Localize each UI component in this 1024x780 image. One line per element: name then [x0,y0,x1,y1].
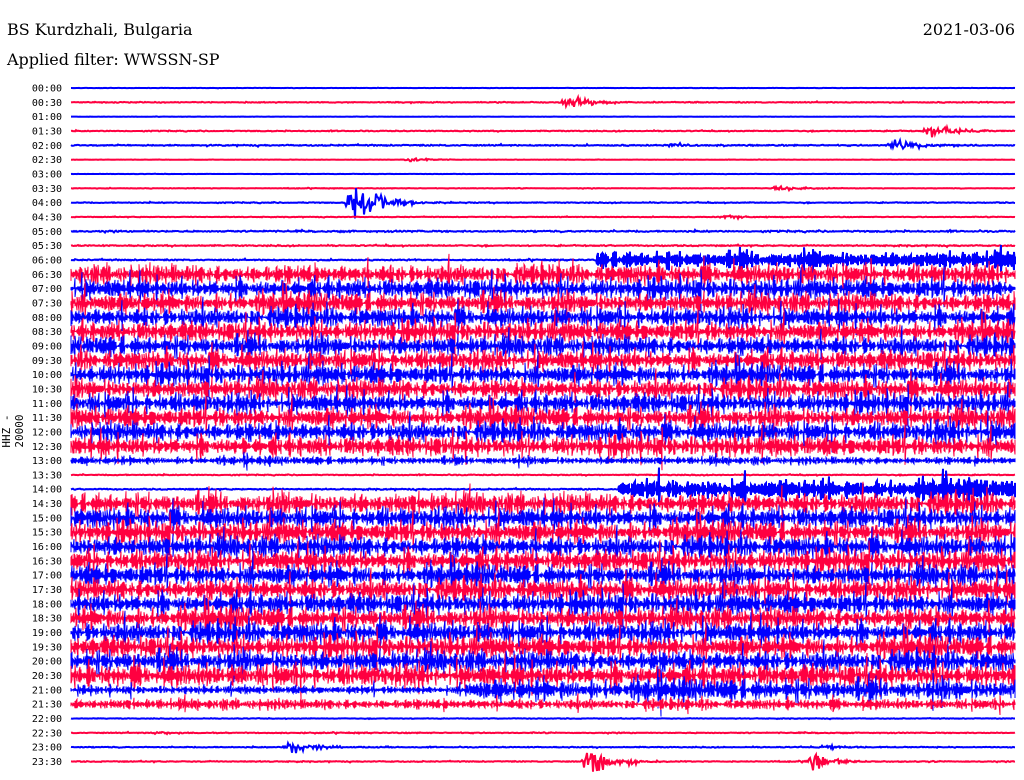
time-label: 14:00 [32,485,62,496]
time-label: 04:30 [32,212,62,223]
time-label: 15:00 [32,513,62,524]
time-label: 14:30 [32,499,62,510]
time-label: 13:00 [32,456,62,467]
time-label: 10:00 [32,370,62,381]
trace-0300 [70,172,1016,176]
time-label: 02:30 [32,155,62,166]
time-label: 18:00 [32,599,62,610]
time-label: 12:30 [32,442,62,453]
time-label: 20:30 [32,671,62,682]
time-label: 15:30 [32,528,62,539]
trace-0200 [70,137,1016,151]
time-label: 00:30 [32,98,62,109]
time-label: 21:30 [32,700,62,711]
trace-2230 [70,730,1016,736]
time-label: 09:30 [32,356,62,367]
trace-0530 [70,243,1016,249]
time-label: 12:00 [32,427,62,438]
time-label: 03:00 [32,169,62,180]
trace-0430 [70,214,1016,221]
time-label: 13:30 [32,470,62,481]
time-label: 11:30 [32,413,62,424]
time-label: 01:30 [32,126,62,137]
time-label: 07:30 [32,298,62,309]
time-label: 18:30 [32,614,62,625]
time-label: 11:00 [32,399,62,410]
trace-1330 [70,472,1016,478]
time-label: 23:00 [32,743,62,754]
time-label: 08:30 [32,327,62,338]
time-label: 06:00 [32,255,62,266]
time-label: 02:00 [32,141,62,152]
time-label: 16:00 [32,542,62,553]
time-label: 05:30 [32,241,62,252]
time-label: 00:00 [32,84,62,95]
trace-0500 [70,227,1016,235]
time-label: 22:30 [32,728,62,739]
time-label: 01:00 [32,112,62,123]
time-label: 23:30 [32,757,62,768]
trace-2200 [70,716,1015,721]
time-label: 20:00 [32,657,62,668]
time-label: 06:30 [32,270,62,281]
helicorder-plot: 00:00 00:30 01:00 01:30 02:00 02:30 03:00 03:30… [32,84,1016,772]
time-label: 07:00 [32,284,62,295]
time-label: 17:30 [32,585,62,596]
time-label: 03:30 [32,184,62,195]
trace-0100 [71,115,1016,119]
trace-2330 [70,751,1016,772]
time-label: 19:30 [32,642,62,653]
trace-0130 [70,123,1016,138]
time-label: 04:00 [32,198,62,209]
time-label: 17:00 [32,571,62,582]
trace-0000 [71,86,1016,90]
trace-1300 [70,451,1016,471]
time-label: 19:00 [32,628,62,639]
trace-0030 [70,93,1016,110]
time-label: 21:00 [32,685,62,696]
time-label: 22:00 [32,714,62,725]
trace-0400 [70,188,1016,219]
time-label: 16:30 [32,556,62,567]
time-label: 05:00 [32,227,62,238]
time-label: 08:00 [32,313,62,324]
trace-2300 [70,740,1015,755]
time-label: 10:30 [32,384,62,395]
trace-0230 [71,157,1016,163]
trace-0330 [70,184,1016,193]
time-label: 09:00 [32,341,62,352]
